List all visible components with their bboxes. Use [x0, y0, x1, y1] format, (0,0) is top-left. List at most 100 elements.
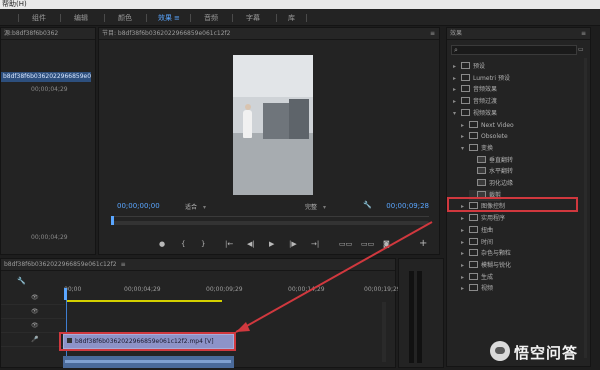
tree-item-label: 视频	[481, 285, 494, 293]
wrench-icon[interactable]: 🔧	[363, 201, 372, 209]
chevron-right-icon[interactable]: ▸	[461, 225, 469, 236]
lift-icon[interactable]: ▭▭	[339, 238, 352, 250]
wrench-icon[interactable]: 🔧	[17, 277, 26, 285]
play-icon[interactable]: ▶	[269, 238, 274, 250]
go-to-out-icon[interactable]: →|	[311, 238, 319, 250]
effects-folder[interactable]: ▸ Lumetri 预设	[453, 73, 510, 84]
effects-folder[interactable]: ▸ 时间	[461, 237, 493, 248]
effects-folder[interactable]: ▸ 视频	[461, 283, 493, 294]
tab-menu-icon[interactable]: ≡	[174, 14, 180, 22]
step-forward-icon[interactable]: |▶	[289, 238, 297, 250]
chevron-right-icon[interactable]: ▸	[453, 84, 461, 95]
effects-folder[interactable]: ▸ 生成	[461, 272, 493, 283]
chevron-down-icon[interactable]: ▾	[453, 108, 461, 119]
mark-in-icon[interactable]: {	[181, 238, 185, 250]
video-floor	[233, 133, 313, 195]
current-timecode[interactable]: 00;00;00;00	[117, 202, 160, 210]
effects-folder[interactable]: ▸ 模糊与锐化	[461, 260, 511, 271]
scrub-track[interactable]	[111, 221, 429, 225]
scrub-bar[interactable]	[111, 216, 429, 225]
menu-help[interactable]: 帮助(H)	[2, 0, 27, 9]
timeline-ruler[interactable]: 00;00 00;00;04;29 00;00;09;29 00;00;14;2…	[64, 286, 401, 296]
folder-icon	[469, 143, 478, 151]
folder-icon	[461, 108, 470, 116]
chevron-right-icon[interactable]: ▸	[461, 248, 469, 259]
timeline-scrollbar[interactable]	[382, 302, 386, 362]
chevron-right-icon[interactable]: ▸	[453, 61, 461, 72]
project-panel-header: 源:b8df38f6b0362	[1, 28, 95, 40]
quality-dropdown[interactable]: 完整 ▾	[305, 202, 326, 211]
effect-item[interactable]: 羽化边缘	[469, 178, 513, 189]
folder-icon	[461, 97, 470, 105]
step-back-icon[interactable]: ◀|	[247, 238, 255, 250]
chevron-right-icon[interactable]: ▸	[461, 283, 469, 294]
playhead[interactable]	[111, 216, 114, 225]
effects-folder[interactable]: ▸ Obsolete	[461, 131, 508, 142]
add-button-icon[interactable]: +	[419, 238, 427, 250]
watermark-text: 悟空问答	[514, 344, 579, 362]
fit-dropdown[interactable]: 适合 ▾	[185, 202, 206, 211]
effects-folder[interactable]: ▾ 变换	[461, 143, 493, 154]
tab-effects[interactable]: 效果 ≡	[146, 12, 180, 24]
panel-menu-icon[interactable]: ≡	[430, 28, 435, 39]
folder-icon	[461, 85, 470, 93]
project-file-item[interactable]: b8df38f6b0362022966859e061c12f2.m	[1, 72, 91, 82]
tree-item-label: 垂直翻转	[489, 156, 514, 164]
audio-meter-panel	[398, 258, 444, 368]
folder-icon	[469, 249, 478, 257]
mic-icon[interactable]: 🎤	[31, 336, 38, 343]
track-header-v1: 👁	[1, 319, 65, 333]
folder-icon	[469, 214, 478, 222]
audio-clip[interactable]	[63, 356, 234, 368]
effects-scrollbar[interactable]	[584, 58, 587, 358]
menu-bar: 帮助(H)	[0, 0, 600, 9]
audio-meter-right	[417, 271, 422, 363]
export-frame-icon[interactable]: ◙	[383, 238, 390, 250]
chevron-right-icon[interactable]: ▸	[453, 73, 461, 84]
effects-folder[interactable]: ▸ 音频过渡	[453, 96, 497, 107]
chevron-down-icon[interactable]: ▾	[461, 143, 469, 154]
effects-folder[interactable]: ▸ 杂色与颗粒	[461, 248, 511, 259]
tab-editing[interactable]: 编辑	[60, 12, 88, 24]
effects-folder[interactable]: ▾ 视频效果	[453, 108, 497, 119]
tree-item-label: Obsolete	[481, 133, 508, 141]
tab-titles[interactable]: 字幕	[232, 12, 260, 24]
eye-icon[interactable]: 👁	[31, 308, 39, 315]
mark-out-icon[interactable]: }	[201, 238, 205, 250]
chevron-right-icon[interactable]: ▸	[461, 272, 469, 283]
eye-icon[interactable]: 👁	[31, 294, 39, 301]
chevron-down-icon: ▾	[203, 204, 207, 211]
effects-folder[interactable]: ▸ 扭曲	[461, 225, 493, 236]
add-marker-icon[interactable]: ●	[159, 238, 165, 250]
work-area-bar[interactable]	[66, 300, 222, 302]
effects-folder[interactable]: ▸ Next Video	[461, 120, 514, 131]
effects-search-input[interactable]: ⌕	[451, 45, 577, 55]
chevron-right-icon[interactable]: ▸	[453, 96, 461, 107]
effect-item[interactable]: 水平翻转	[469, 166, 513, 177]
effects-folder[interactable]: ▸ 实用程序	[461, 213, 505, 224]
tab-audio[interactable]: 音频	[190, 12, 218, 24]
tab-assembly[interactable]: 组件	[18, 12, 46, 24]
tab-libraries[interactable]: 库	[276, 12, 307, 24]
new-bin-icon[interactable]: ▭	[578, 45, 584, 55]
chevron-right-icon[interactable]: ▸	[461, 213, 469, 224]
effect-item[interactable]: 垂直翻转	[469, 155, 513, 166]
chevron-right-icon[interactable]: ▸	[461, 131, 469, 142]
ruler-time: 00;00;04;29	[124, 286, 161, 293]
chevron-right-icon[interactable]: ▸	[461, 120, 469, 131]
effects-folder[interactable]: ▸ 预设	[453, 61, 485, 72]
effects-folder[interactable]: ▸ 音频效果	[453, 84, 497, 95]
transport-controls: ● { } |← ◀| ▶ |▶ →| ▭▭ ▭▭ ◙ +	[99, 238, 441, 250]
chevron-right-icon[interactable]: ▸	[461, 260, 469, 271]
extract-icon[interactable]: ▭▭	[361, 238, 374, 250]
tab-color[interactable]: 颜色	[104, 12, 132, 24]
tree-item-label: 时间	[481, 238, 494, 246]
go-to-in-icon[interactable]: |←	[225, 238, 233, 250]
panel-menu-icon[interactable]: ≡	[581, 28, 586, 39]
chevron-right-icon[interactable]: ▸	[461, 237, 469, 248]
timeline-playhead[interactable]	[64, 288, 67, 300]
eye-icon[interactable]: 👁	[31, 322, 39, 329]
track-header-v2: 👁	[1, 305, 65, 319]
tree-item-label: 羽化边缘	[489, 180, 514, 187]
tree-item-label: Next Video	[481, 121, 514, 129]
